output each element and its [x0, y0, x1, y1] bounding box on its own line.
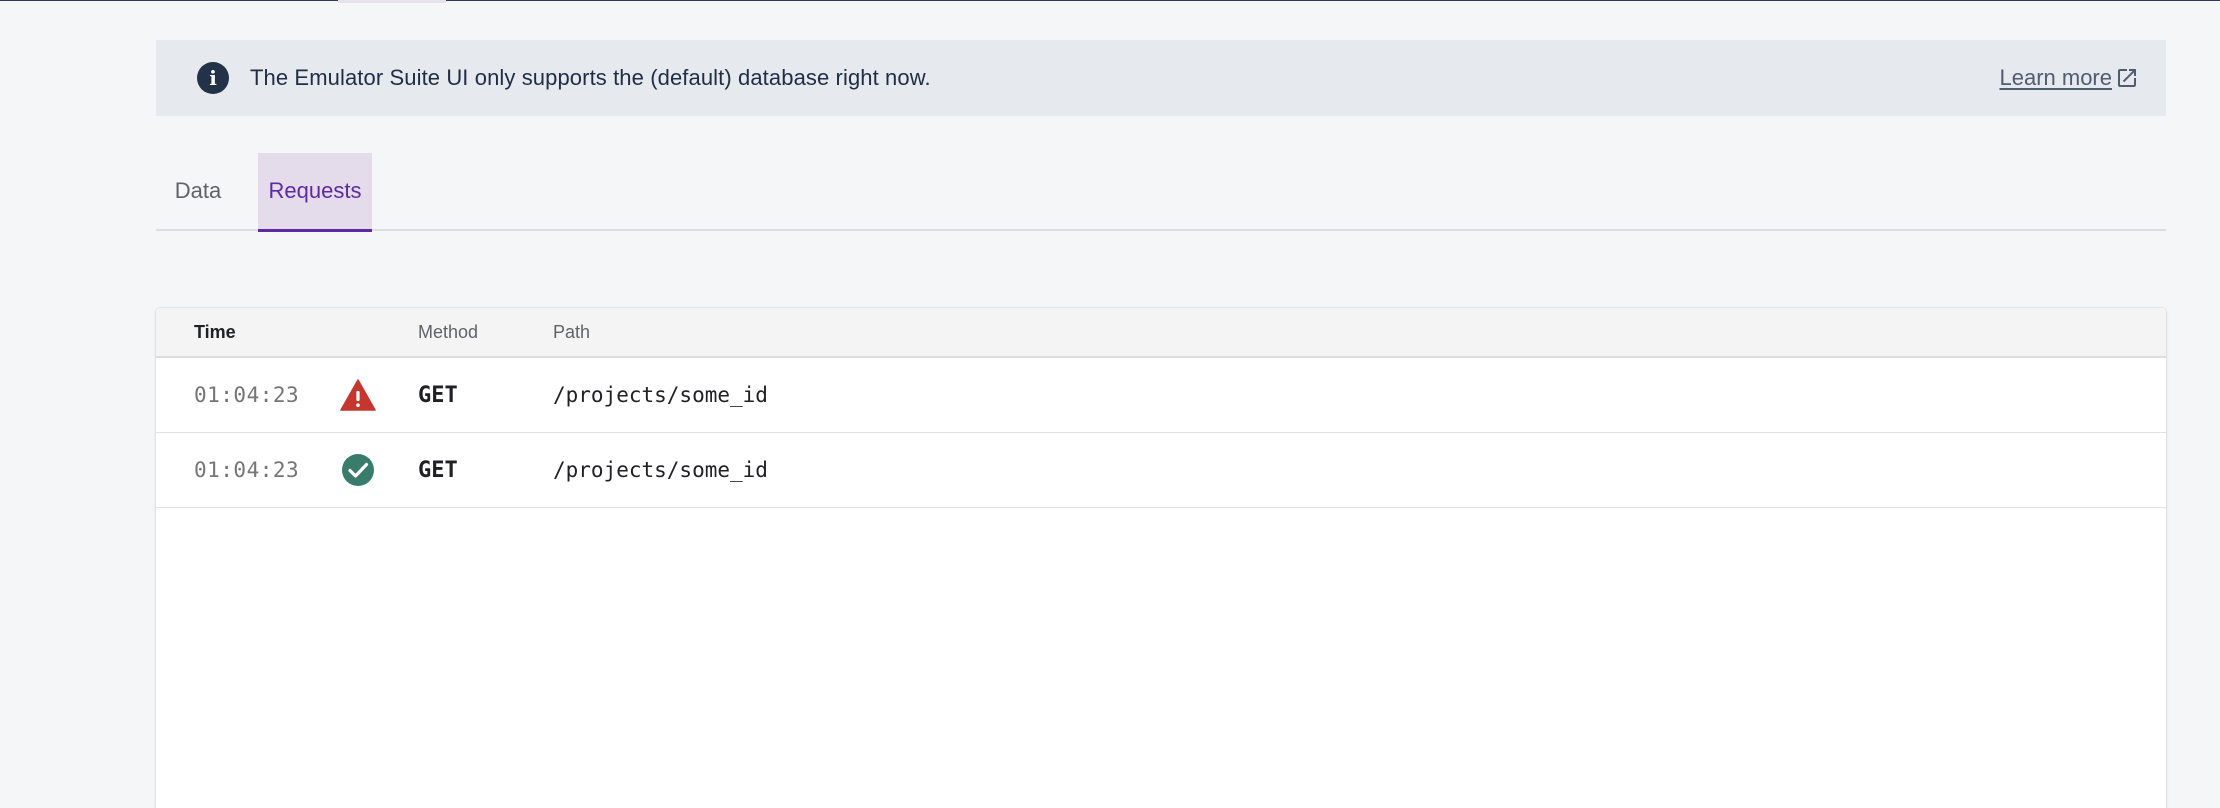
column-header-time[interactable]: Time	[194, 308, 236, 356]
warning-icon	[340, 358, 376, 432]
top-tab-indicator	[338, 0, 446, 3]
learn-more-label: Learn more	[1999, 65, 2112, 90]
check-circle-icon	[340, 433, 376, 507]
tab-requests[interactable]: Requests	[258, 153, 372, 232]
info-icon: i	[197, 62, 229, 94]
request-time: 01:04:23	[194, 383, 300, 407]
tab-bar: Data Requests	[156, 153, 2166, 232]
request-time: 01:04:23	[194, 458, 300, 482]
banner-message: The Emulator Suite UI only supports the …	[250, 65, 931, 90]
tab-data[interactable]: Data	[156, 153, 232, 229]
column-header-method: Method	[418, 321, 479, 342]
table-row[interactable]: 01:04:23 GET /projects/some_id	[156, 433, 2166, 508]
table-header: Time Method Path	[156, 308, 2166, 358]
request-path: /projects/some_id	[553, 458, 768, 482]
column-header-path: Path	[553, 321, 591, 342]
request-method: GET	[418, 457, 458, 483]
requests-table: Time Method Path 01:04:23 GET /projects/…	[156, 308, 2166, 808]
learn-more-link[interactable]: Learn more	[1999, 65, 2139, 91]
top-divider	[0, 0, 2220, 1]
external-link-icon	[2115, 66, 2139, 90]
info-banner: i The Emulator Suite UI only supports th…	[156, 40, 2166, 116]
table-row[interactable]: 01:04:23 GET /projects/some_id	[156, 358, 2166, 433]
request-method: GET	[418, 382, 458, 408]
request-path: /projects/some_id	[553, 383, 768, 407]
